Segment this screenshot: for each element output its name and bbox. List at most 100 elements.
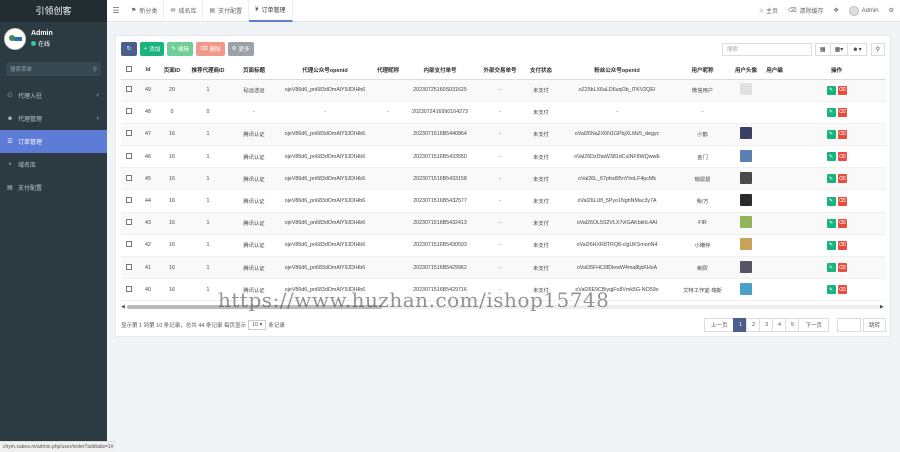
- scroll-right-icon[interactable]: ▶: [880, 304, 886, 310]
- col-agent-nick[interactable]: 代理昵称: [373, 62, 403, 80]
- tab-domains[interactable]: ✉ 域名库: [164, 0, 204, 22]
- row-edit-button[interactable]: ✎: [826, 85, 836, 95]
- row-delete-button[interactable]: ⌫: [837, 263, 847, 273]
- row-checkbox[interactable]: [121, 189, 137, 213]
- user-avatar-image[interactable]: [740, 216, 752, 229]
- add-button[interactable]: + 添加: [140, 42, 165, 56]
- menu-toggle-icon[interactable]: ☰: [107, 6, 125, 15]
- cell-user-avatar[interactable]: [730, 101, 762, 124]
- row-edit-button[interactable]: ✎: [826, 196, 836, 206]
- columns-icon[interactable]: ▦▾: [829, 42, 849, 56]
- user-avatar-image[interactable]: [740, 83, 752, 96]
- row-checkbox[interactable]: [121, 212, 137, 235]
- row-edit-button[interactable]: ✎: [826, 129, 836, 139]
- col-id[interactable]: Id: [137, 62, 159, 80]
- user-avatar-image[interactable]: [740, 127, 752, 140]
- row-checkbox[interactable]: [121, 278, 137, 302]
- edit-button[interactable]: ✎ 编辑: [167, 42, 193, 56]
- row-delete-button[interactable]: ⌫: [837, 152, 847, 162]
- select-all-checkbox[interactable]: [121, 62, 137, 80]
- table-row[interactable]: 48 0 0- - -2023072416990164273- 未支付 - - ✎ ⌫: [121, 101, 886, 124]
- cell-user-avatar[interactable]: [730, 145, 762, 169]
- row-edit-button[interactable]: ✎: [826, 174, 836, 184]
- col-agent-openid[interactable]: 代理公众号openid: [277, 62, 373, 80]
- col-ref-id[interactable]: 推荐代理商ID: [185, 62, 231, 80]
- row-delete-button[interactable]: ⌫: [837, 240, 847, 250]
- cell-user-avatar[interactable]: [730, 79, 762, 102]
- page-1-button[interactable]: 1: [733, 318, 748, 332]
- row-edit-button[interactable]: ✎: [826, 107, 836, 117]
- row-delete-button[interactable]: ⌫: [837, 196, 847, 206]
- row-delete-button[interactable]: ⌫: [837, 85, 847, 95]
- col-user-extra[interactable]: 用户编: [762, 62, 787, 80]
- table-row[interactable]: 47 16 1 腾讯认证 ojeV86d6_pn683dOmAlY9JDIHb6 2023…: [121, 123, 886, 147]
- row-delete-button[interactable]: ⌫: [837, 285, 847, 295]
- row-edit-button[interactable]: ✎: [826, 263, 836, 273]
- user-avatar-image[interactable]: [740, 260, 752, 273]
- col-order-no[interactable]: 内部支付单号: [403, 62, 477, 80]
- row-checkbox[interactable]: [121, 256, 137, 280]
- cell-user-avatar[interactable]: [730, 212, 762, 235]
- tab-payment[interactable]: ▤ 支付配置: [203, 0, 250, 22]
- sidebar-search[interactable]: 搜索菜单 ⚲: [6, 62, 101, 76]
- sidebar-item-domains[interactable]: ⚬ 域名库: [0, 153, 107, 176]
- goto-page-button[interactable]: 跳转: [862, 318, 886, 332]
- sidebar-item-agent-join[interactable]: ⚇ 代理入驻 ‹: [0, 84, 107, 107]
- cell-user-avatar[interactable]: [730, 123, 762, 147]
- col-ext-no[interactable]: 外部交易单号: [477, 62, 523, 80]
- user-avatar-image[interactable]: [740, 149, 752, 162]
- row-checkbox[interactable]: [121, 234, 137, 258]
- cell-user-avatar[interactable]: [730, 256, 762, 280]
- row-edit-button[interactable]: ✎: [826, 285, 836, 295]
- goto-page-input[interactable]: [836, 318, 861, 332]
- sidebar-item-orders[interactable]: ☰ 订单管理: [0, 130, 107, 153]
- col-fan-openid[interactable]: 粉丝公众号openid: [559, 62, 675, 80]
- row-checkbox[interactable]: [121, 101, 137, 124]
- table-row[interactable]: 46 16 1 腾讯认证 ojeV86d6_pn683dOmAlY9JDIHb6 2023…: [121, 145, 886, 169]
- table-row[interactable]: 49 20 1 砧运送运 ojeV86d6_pn683dOmAlY9JDIHb6 2023…: [121, 79, 886, 102]
- row-checkbox[interactable]: [121, 123, 137, 147]
- table-search-input[interactable]: 搜索: [721, 42, 812, 56]
- home-link[interactable]: ⌂ 主页: [759, 6, 778, 16]
- delete-button[interactable]: ⌫ 删除: [195, 42, 225, 56]
- cell-user-avatar[interactable]: [730, 234, 762, 258]
- sidebar-search-input[interactable]: 搜索菜单: [10, 65, 93, 73]
- table-row[interactable]: 42 16 1 腾讯认证 ojeV86d6_pn683dOmAlY9JDIHb6 2023…: [121, 234, 886, 258]
- prev-page-button[interactable]: 上一页: [703, 318, 735, 332]
- table-row[interactable]: 43 16 1 腾讯认证 ojeV86d6_pn683dOmAlY9JDIHb6 2023…: [121, 212, 886, 235]
- cell-user-avatar[interactable]: [730, 167, 762, 191]
- row-edit-button[interactable]: ✎: [826, 218, 836, 228]
- refresh-button[interactable]: ↻: [121, 42, 137, 56]
- tab-category[interactable]: ⚑ 新分类: [125, 0, 165, 22]
- page-size-select[interactable]: 10 ▾: [248, 320, 267, 330]
- user-avatar-image[interactable]: [740, 194, 752, 207]
- user-avatar-image[interactable]: [740, 282, 752, 295]
- view-toggle-icon[interactable]: ▦: [814, 42, 831, 56]
- col-page-title[interactable]: 页面标题: [231, 62, 277, 80]
- page-2-button[interactable]: 2: [746, 318, 761, 332]
- search-icon[interactable]: ⚲: [870, 42, 885, 56]
- tab-orders[interactable]: ¥ 订单管理: [249, 0, 293, 22]
- more-button[interactable]: ⚙ 更多: [227, 42, 254, 56]
- row-delete-button[interactable]: ⌫: [837, 174, 847, 184]
- sidebar-item-payment[interactable]: ▤ 支付配置: [0, 176, 107, 199]
- settings-gear-icon[interactable]: ⚙: [889, 7, 894, 14]
- row-delete-button[interactable]: ⌫: [837, 129, 847, 139]
- row-delete-button[interactable]: ⌫: [837, 218, 847, 228]
- col-page-id[interactable]: 页面ID: [159, 62, 185, 80]
- clear-cache-button[interactable]: ⌫ 清除缓存: [788, 6, 824, 15]
- next-page-button[interactable]: 下一页: [798, 318, 829, 332]
- row-edit-button[interactable]: ✎: [826, 152, 836, 162]
- brand-logo[interactable]: 引领创客: [0, 0, 107, 22]
- table-row[interactable]: 41 16 1 腾讯认证 ojeV86d6_pn683dOmAlY9JDIHb6 2023…: [121, 256, 886, 280]
- fullscreen-icon[interactable]: ✥: [834, 7, 839, 14]
- search-icon[interactable]: ⚲: [93, 66, 97, 73]
- col-user-avatar[interactable]: 用户头像: [730, 62, 762, 80]
- col-pay-status[interactable]: 支付状态: [523, 62, 559, 80]
- page-5-button[interactable]: 5: [785, 318, 800, 332]
- user-avatar-image[interactable]: [740, 238, 752, 251]
- row-checkbox[interactable]: [121, 79, 137, 102]
- cell-user-avatar[interactable]: [730, 189, 762, 213]
- sidebar-item-agent-manage[interactable]: ☻ 代理管理 ‹: [0, 107, 107, 130]
- table-row[interactable]: 44 16 1 腾讯认证 ojeV86d6_pn683dOmAlY9JDIHb6 2023…: [121, 189, 886, 213]
